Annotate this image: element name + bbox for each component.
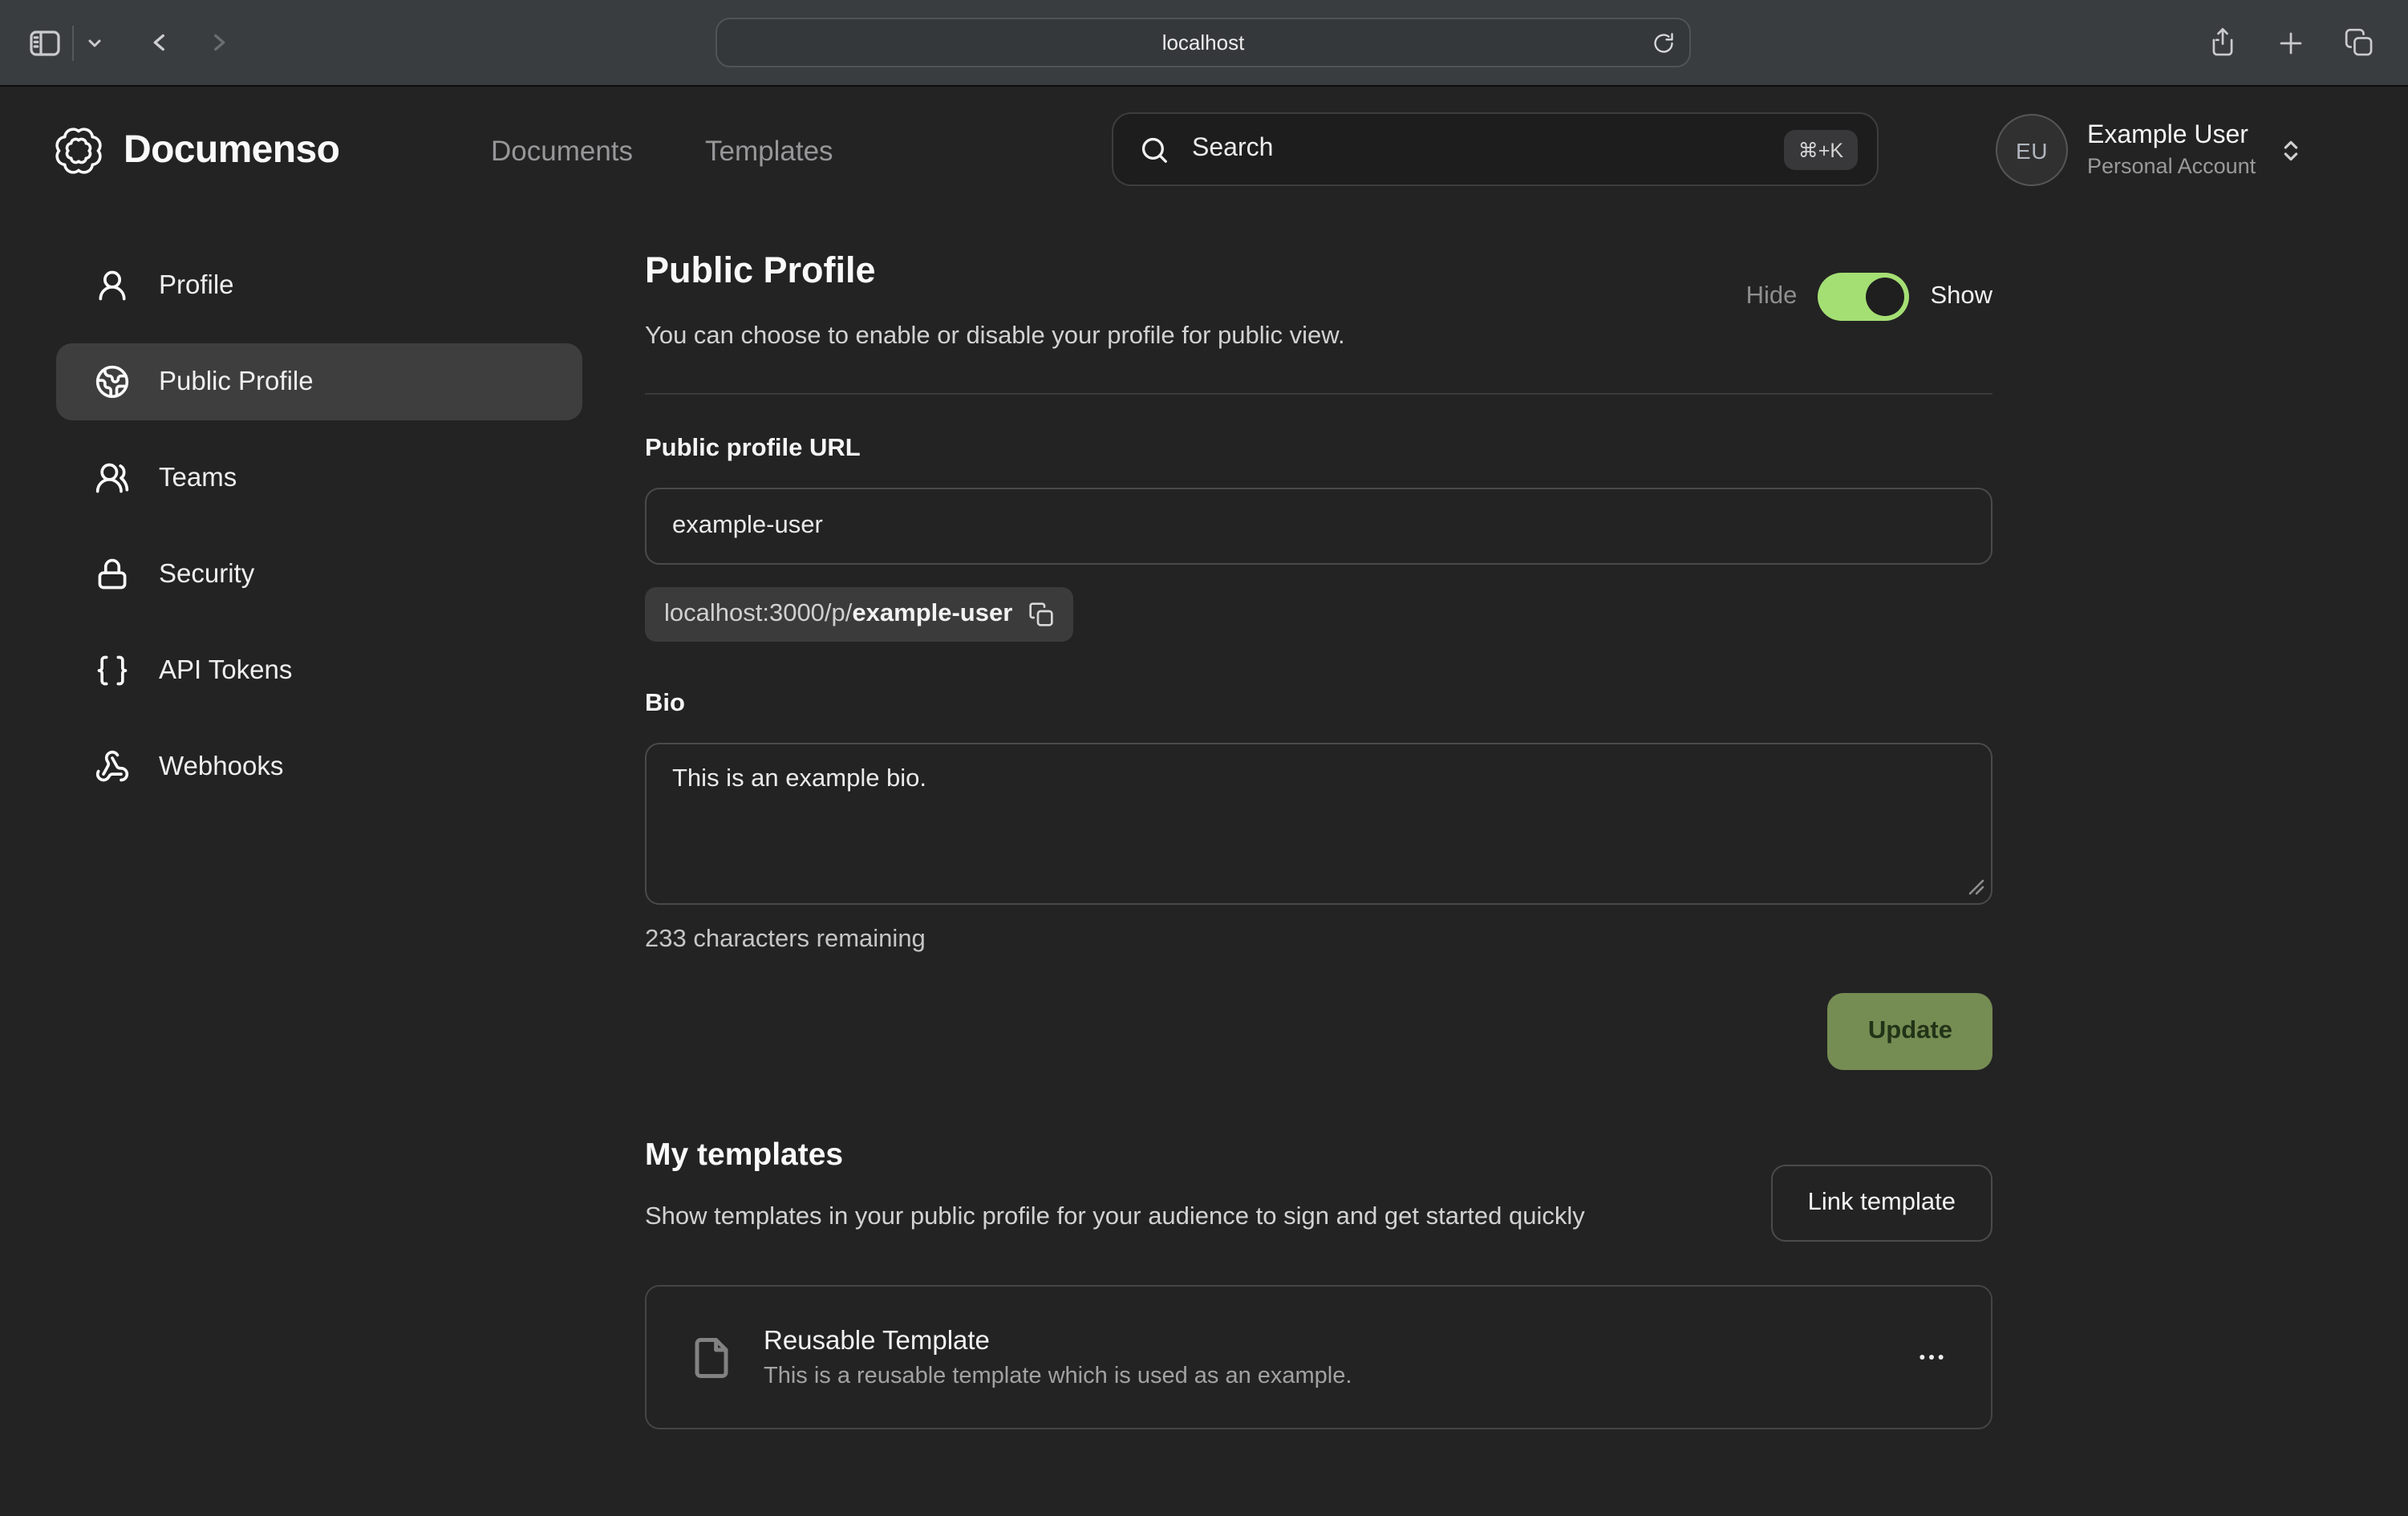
characters-remaining: 233 characters remaining [645, 926, 1992, 955]
forward-icon[interactable] [205, 29, 233, 56]
sidebar-item-teams[interactable]: Teams [56, 440, 582, 517]
webhook-icon [95, 749, 130, 784]
profile-url-label: Public profile URL [645, 435, 1992, 464]
my-templates-section: My templates Show templates in your publ… [645, 1137, 1992, 1429]
resize-grip[interactable] [1968, 879, 1984, 895]
copy-icon[interactable] [1028, 602, 1054, 627]
public-profile-settings: Public Profile Hide Show You can choose … [645, 250, 1992, 1429]
lock-icon [95, 557, 130, 592]
address-bar[interactable]: localhost [716, 18, 1691, 67]
settings-sidebar: Profile Public Profile [56, 247, 582, 825]
account-name: Example User [2087, 122, 2256, 151]
search-icon [1139, 134, 1170, 164]
toolbar-divider [72, 25, 74, 60]
bio-label: Bio [645, 690, 1992, 719]
profile-visibility-toggle[interactable] [1818, 273, 1909, 321]
chevron-down-icon[interactable] [85, 33, 104, 52]
new-tab-icon[interactable] [2276, 28, 2305, 57]
user-icon [95, 268, 130, 303]
sidebar-item-webhooks[interactable]: Webhooks [56, 728, 582, 805]
sidebar-item-label: Teams [159, 463, 237, 493]
file-icon [690, 1331, 733, 1384]
address-bar-url: localhost [1162, 30, 1245, 55]
nav-templates[interactable]: Templates [705, 134, 833, 168]
link-template-button[interactable]: Link template [1771, 1165, 1992, 1242]
profile-url-preview: localhost:3000/p/example-user [664, 600, 1012, 629]
browser-toolbar: localhost [0, 0, 2408, 87]
brand-name: Documenso [124, 128, 339, 173]
chevrons-up-down-icon [2278, 137, 2304, 163]
account-type: Personal Account [2087, 154, 2256, 178]
documenso-seal-icon [55, 127, 103, 175]
template-card-text: Reusable Template This is a reusable tem… [764, 1326, 1352, 1388]
template-card: Reusable Template This is a reusable tem… [645, 1285, 1992, 1429]
sidebar-item-label: Profile [159, 270, 234, 301]
profile-url-preview-chip[interactable]: localhost:3000/p/example-user [645, 587, 1073, 642]
sidebar-toggle-icon[interactable] [26, 23, 64, 62]
page-subtitle: You can choose to enable or disable your… [645, 322, 1992, 351]
sidebar-item-label: Security [159, 559, 254, 590]
sidebar-item-public-profile[interactable]: Public Profile [56, 343, 582, 420]
nav-documents[interactable]: Documents [491, 134, 633, 168]
ellipsis-icon[interactable] [1915, 1341, 1948, 1373]
reload-icon[interactable] [1652, 31, 1675, 54]
section-divider [645, 393, 1992, 395]
share-icon[interactable] [2207, 27, 2238, 58]
documenso-app: Documenso Documents Templates ⌘+K EU Exa… [0, 87, 2408, 1516]
my-templates-description: Show templates in your public profile fo… [645, 1197, 1752, 1238]
bio-textarea[interactable]: This is an example bio. [645, 743, 1992, 905]
back-icon[interactable] [146, 29, 173, 56]
search-bar[interactable]: ⌘+K [1112, 112, 1879, 186]
template-name: Reusable Template [764, 1326, 1352, 1356]
globe-icon [95, 364, 130, 399]
visibility-toggle-group: Hide Show [1746, 273, 1992, 321]
sidebar-item-profile[interactable]: Profile [56, 247, 582, 324]
update-button[interactable]: Update [1828, 993, 1992, 1070]
sidebar-item-label: Public Profile [159, 367, 314, 397]
main-nav: Documents Templates [491, 87, 833, 215]
sidebar-item-label: API Tokens [159, 655, 292, 686]
toggle-knob [1866, 278, 1904, 316]
profile-url-input[interactable] [645, 488, 1992, 565]
toggle-show-label: Show [1930, 282, 1992, 311]
sidebar-item-security[interactable]: Security [56, 536, 582, 613]
braces-icon [95, 653, 130, 688]
sidebar-item-label: Webhooks [159, 752, 283, 782]
brand[interactable]: Documenso [55, 127, 339, 175]
screen: localhost [0, 0, 2408, 1516]
sidebar-item-api-tokens[interactable]: API Tokens [56, 632, 582, 709]
users-icon [95, 460, 130, 496]
toggle-hide-label: Hide [1746, 282, 1798, 311]
avatar: EU [1996, 114, 2068, 186]
tabs-icon[interactable] [2344, 27, 2374, 58]
app-header: Documenso Documents Templates ⌘+K EU Exa… [0, 87, 2408, 215]
template-description: This is a reusable template which is use… [764, 1363, 1352, 1388]
search-input[interactable] [1189, 133, 1784, 165]
account-meta: Example User Personal Account [2087, 122, 2256, 178]
search-shortcut-badge: ⌘+K [1784, 129, 1858, 169]
account-menu[interactable]: EU Example User Personal Account [1996, 114, 2304, 186]
